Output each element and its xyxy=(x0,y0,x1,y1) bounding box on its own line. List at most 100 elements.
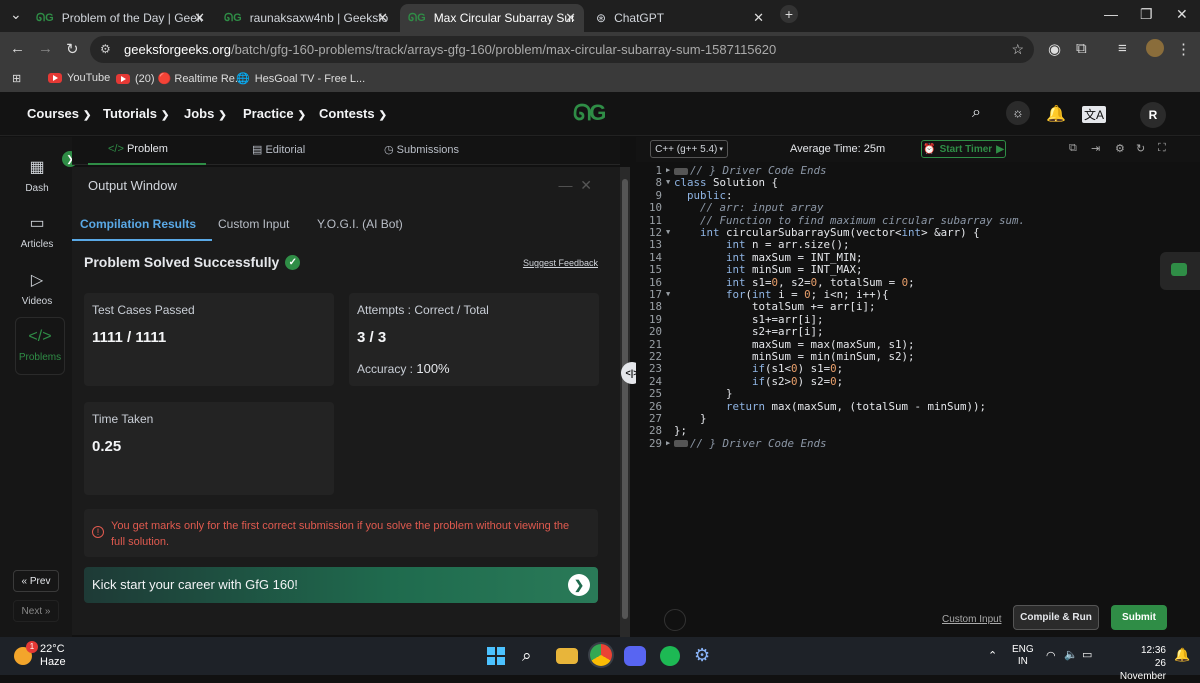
tab-submissions[interactable]: ◷ Submissions xyxy=(384,143,459,156)
battery-icon[interactable]: ▭ xyxy=(1082,648,1092,661)
tab-compilation-results[interactable]: Compilation Results xyxy=(80,217,196,231)
address-bar[interactable]: ⚙ geeksforgeeks.org/batch/gfg-160-proble… xyxy=(90,36,1034,63)
bookmark-realtime[interactable]: (20) 🔴 Realtime Re... xyxy=(116,72,244,85)
menu-practice[interactable]: Practice ❯ xyxy=(243,106,306,121)
status-text: Problem Solved Successfully xyxy=(84,254,280,270)
sidebar-item-videos[interactable]: ▷ Videos xyxy=(10,270,64,307)
file-explorer-icon[interactable] xyxy=(556,648,578,664)
avatar[interactable]: R xyxy=(1140,102,1166,128)
gfg-logo[interactable]: ᘏG xyxy=(573,100,606,126)
scrollbar-thumb[interactable] xyxy=(622,179,628,619)
code-line: totalSum += arr[i]; xyxy=(674,300,876,314)
close-window-icon[interactable]: ✕ xyxy=(1176,6,1188,23)
settings-icon[interactable]: ⚙ xyxy=(1115,142,1125,155)
tab-search-icon[interactable]: ⌄ xyxy=(10,6,22,23)
language-indicator[interactable]: ENG IN xyxy=(1012,644,1034,668)
sidebar-item-problems[interactable]: </> Problems xyxy=(15,317,65,375)
tab-max-circular-subarray[interactable]: ᘏG Max Circular Subarray Sum | Pr ✕ xyxy=(400,4,584,32)
clock[interactable]: 12:36 26 November xyxy=(1108,644,1166,683)
forward-icon[interactable]: → xyxy=(38,40,53,57)
spotify-icon[interactable] xyxy=(660,646,680,666)
bookmark-hesgoal[interactable]: 🌐 HesGoal TV - Free L... xyxy=(236,72,365,86)
reload-icon[interactable]: ↻ xyxy=(66,40,79,58)
tab-editorial[interactable]: ▤ Editorial xyxy=(252,143,305,156)
chevron-right-icon[interactable]: ❯ xyxy=(568,574,590,596)
restore-icon[interactable]: ❐ xyxy=(1140,6,1153,23)
bookmark-label: (20) 🔴 Realtime Re... xyxy=(135,73,245,85)
menu-courses[interactable]: Courses ❯ xyxy=(27,106,91,121)
tab-custom-input[interactable]: Custom Input xyxy=(218,217,289,231)
tab-problem[interactable]: </> Problem xyxy=(108,143,168,155)
extensions-icon[interactable]: ⧉ xyxy=(1076,40,1087,57)
chat-float-button[interactable] xyxy=(1160,252,1200,290)
wifi-icon[interactable]: ◠ xyxy=(1046,649,1056,662)
output-window-title: Output Window xyxy=(88,178,177,193)
career-banner[interactable]: Kick start your career with GfG 160! ❯ xyxy=(84,567,598,603)
gfg-favicon-icon: ᘏG xyxy=(408,11,426,24)
theme-toggle-icon[interactable]: ☼ xyxy=(1006,101,1030,125)
site-header: Courses ❯ Tutorials ❯ Jobs ❯ Practice ❯ Cont… xyxy=(0,92,1200,136)
reset-icon[interactable]: ↻ xyxy=(1136,142,1145,155)
weather-text: 22°C Haze xyxy=(40,643,100,669)
search-icon[interactable]: ⌕ xyxy=(972,104,981,122)
card-value: 0.25 xyxy=(92,438,122,455)
site-settings-icon[interactable]: ⚙ xyxy=(100,42,111,56)
lang-line1: ENG xyxy=(1012,644,1034,655)
apps-grid-icon[interactable]: ⊞ xyxy=(12,72,21,85)
language-select[interactable]: C++ (g++ 5.4) ▾ xyxy=(650,140,728,158)
clock-icon: ◷ xyxy=(384,144,394,156)
accuracy-value: 100% xyxy=(416,361,450,376)
more-menu-icon[interactable]: ⋮ xyxy=(1176,40,1191,58)
bookmark-star-icon[interactable]: ☆ xyxy=(1011,41,1024,58)
notification-icon[interactable]: 🔔 xyxy=(1174,647,1190,663)
tab-chatgpt[interactable]: ⊛ ChatGPT ✕ xyxy=(588,4,772,32)
sidebar-item-articles[interactable]: ▭ Articles xyxy=(10,213,64,250)
menu-jobs[interactable]: Jobs ❯ xyxy=(184,106,227,121)
profile-avatar-icon[interactable] xyxy=(1146,39,1164,57)
bookmark-youtube[interactable]: YouTube xyxy=(48,72,110,84)
chrome-icon[interactable] xyxy=(590,644,612,666)
menu-label: Tutorials xyxy=(103,106,157,121)
menu-tutorials[interactable]: Tutorials ❯ xyxy=(103,106,169,121)
incognito-extension-icon[interactable]: ◉ xyxy=(1048,40,1061,58)
settings-gear-icon[interactable]: ⚙ xyxy=(694,645,716,665)
tray-overflow-icon[interactable]: ⌃ xyxy=(988,649,997,662)
tab-profile[interactable]: ᘏG raunaksaxw4nb | GeeksforGeek ✕ xyxy=(216,4,396,32)
close-icon[interactable]: ✕ xyxy=(377,10,388,26)
volume-icon[interactable]: 🔈 xyxy=(1064,648,1078,661)
bell-icon[interactable]: 🔔 xyxy=(1046,104,1066,124)
editor-settings-icon[interactable] xyxy=(664,609,686,631)
close-icon[interactable]: ✕ xyxy=(753,10,764,26)
close-icon[interactable]: ✕ xyxy=(580,177,592,193)
tab-yogi-ai-bot[interactable]: Y.O.G.I. (AI Bot) xyxy=(317,217,403,231)
windows-start-icon[interactable] xyxy=(486,646,508,666)
menu-contests[interactable]: Contests ❯ xyxy=(319,106,387,121)
suggest-feedback-link[interactable]: Suggest Feedback xyxy=(523,258,598,268)
output-scrollbar[interactable] xyxy=(620,167,630,637)
compile-run-button[interactable]: Compile & Run xyxy=(1013,605,1099,630)
custom-input-link[interactable]: Custom Input xyxy=(942,614,1001,625)
start-timer-button[interactable]: ⏰ Start Timer ▶ xyxy=(921,140,1006,158)
minimize-icon[interactable]: — xyxy=(1104,6,1118,22)
fullscreen-icon[interactable]: ⛶ xyxy=(1158,142,1166,155)
next-button[interactable]: Next » xyxy=(13,600,59,622)
tab-problem-of-the-day[interactable]: ᘏG Problem of the Day | GeeksforG ✕ xyxy=(28,4,213,32)
prev-button[interactable]: « Prev xyxy=(13,570,59,592)
export-icon[interactable]: ⇥ xyxy=(1091,142,1100,155)
code-editor[interactable]: 1 ▶// } Driver Code Ends 8 ▼ class Solution… xyxy=(636,164,1200,604)
code-line: public: xyxy=(687,188,733,202)
sidebar-item-dash[interactable]: ▦ Dash xyxy=(10,157,64,194)
tab-title: Max Circular Subarray Sum | Pr xyxy=(433,11,574,25)
url-path: /batch/gfg-160-problems/track/arrays-gfg… xyxy=(230,42,777,57)
copy-icon[interactable]: ⧉ xyxy=(1069,142,1077,155)
discord-icon[interactable] xyxy=(624,646,646,666)
new-tab-button[interactable]: + xyxy=(780,5,798,23)
taskbar-search-icon[interactable]: ⌕ xyxy=(522,646,544,666)
close-icon[interactable]: ✕ xyxy=(194,10,205,26)
submit-button[interactable]: Submit xyxy=(1111,605,1167,630)
media-icon[interactable]: ≡ xyxy=(1118,40,1127,57)
minimize-icon[interactable]: — xyxy=(558,177,572,193)
translate-icon[interactable]: 文A xyxy=(1082,106,1107,123)
back-icon[interactable]: ← xyxy=(10,40,25,57)
close-icon[interactable]: ✕ xyxy=(565,10,576,26)
